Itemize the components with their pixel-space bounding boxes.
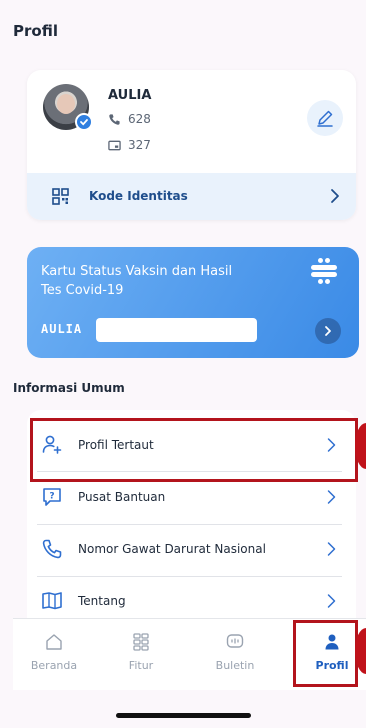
vaksin-open-button[interactable] <box>315 318 341 344</box>
kode-identitas-row[interactable]: Kode Identitas <box>27 173 356 220</box>
pedulilindungi-logo-icon <box>311 258 337 284</box>
edit-profile-button[interactable] <box>307 100 343 136</box>
pencil-icon <box>317 110 333 127</box>
chevron-right-icon <box>331 189 339 203</box>
vaksin-card-name: AULIA <box>41 322 83 336</box>
annotation-marker <box>355 423 366 469</box>
chevron-right-icon <box>327 542 336 556</box>
verified-badge-icon <box>75 113 93 131</box>
id-card-icon <box>108 140 121 150</box>
phone-row: 628 <box>108 112 151 126</box>
nav-item-fitur[interactable]: Fitur <box>108 619 174 679</box>
menu-item-nomor-gawat-darurat[interactable]: Nomor Gawat Darurat Nasional <box>27 524 356 576</box>
nav-item-buletin[interactable]: Buletin <box>202 619 268 679</box>
help-bubble-icon: ? <box>43 488 61 506</box>
phone-icon <box>109 113 120 125</box>
vaksin-card[interactable]: Kartu Status Vaksin dan Hasil Tes Covid-… <box>27 247 359 358</box>
chevron-right-icon <box>325 326 331 336</box>
app-screen: Profil AULIA 628 327 Kode Identitas Kart… <box>0 0 366 728</box>
nik-number: 327 <box>128 138 151 152</box>
vaksin-name-field <box>96 318 257 342</box>
bottom-navigation: Beranda Fitur Buletin Profil <box>13 618 366 690</box>
menu-item-label: Profil Tertaut <box>78 438 154 452</box>
menu-item-label: Nomor Gawat Darurat Nasional <box>78 542 266 556</box>
informasi-umum-heading: Informasi Umum <box>13 381 125 395</box>
phone-number: 628 <box>128 112 151 126</box>
nav-label: Fitur <box>128 659 154 672</box>
page-title: Profil <box>13 22 58 40</box>
menu-item-pusat-bantuan[interactable]: ? Pusat Bantuan <box>27 472 356 524</box>
vaksin-card-title: Kartu Status Vaksin dan Hasil Tes Covid-… <box>41 264 233 298</box>
chat-icon <box>226 634 244 648</box>
home-icon <box>46 634 62 650</box>
informasi-umum-list: Profil Tertaut ? Pusat Bantuan Nomor Gaw… <box>27 410 356 625</box>
avatar-face <box>57 94 75 114</box>
nav-label: Beranda <box>30 659 78 672</box>
qr-code-icon <box>52 188 69 205</box>
chevron-right-icon <box>327 438 336 452</box>
chevron-right-icon <box>327 490 336 504</box>
nav-label: Buletin <box>215 659 255 672</box>
book-icon <box>42 592 62 610</box>
chevron-right-icon <box>327 594 336 608</box>
grid-icon <box>133 633 149 651</box>
nik-row: 327 <box>108 138 151 152</box>
profile-card: AULIA 628 327 Kode Identitas <box>27 70 356 220</box>
person-icon <box>325 634 339 650</box>
phone-icon <box>42 539 62 559</box>
menu-item-profil-tertaut[interactable]: Profil Tertaut <box>27 420 356 472</box>
nav-item-beranda[interactable]: Beranda <box>21 619 87 679</box>
menu-item-label: Tentang <box>78 594 126 608</box>
svg-text:?: ? <box>49 492 54 502</box>
home-indicator <box>116 713 251 718</box>
menu-item-label: Pusat Bantuan <box>78 490 166 504</box>
kode-identitas-label: Kode Identitas <box>89 189 188 203</box>
person-add-icon <box>42 435 62 454</box>
nav-label: Profil <box>315 659 349 672</box>
user-name: AULIA <box>108 88 152 103</box>
